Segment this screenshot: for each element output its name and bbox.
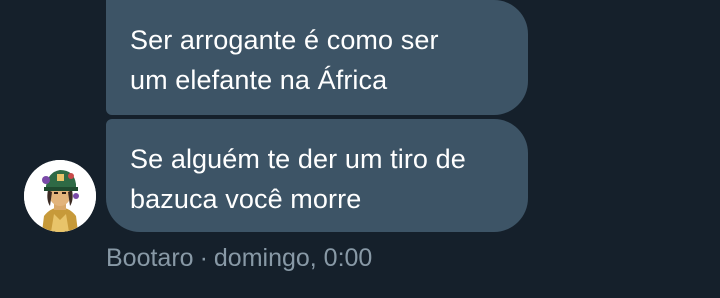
dm-conversation: Ser arrogante é como ser um elefante na … (0, 0, 720, 298)
avatar[interactable] (24, 160, 96, 232)
message-text-line: Se alguém te der um tiro de (130, 144, 466, 174)
message-text-line: um elefante na África (130, 65, 388, 95)
sender-name[interactable]: Bootaro (106, 244, 194, 272)
message-text-line: Ser arrogante é como ser (130, 25, 439, 55)
message-text-line: bazuca você morre (130, 184, 362, 214)
message-bubble[interactable]: Se alguém te der um tiro de bazuca você … (106, 119, 528, 232)
message-timestamp: domingo, 0:00 (213, 244, 373, 272)
jotaro-character-icon (24, 160, 96, 232)
meta-separator: · (199, 244, 208, 272)
message-meta: Bootaro · domingo, 0:00 (106, 243, 372, 273)
message-bubble[interactable]: Ser arrogante é como ser um elefante na … (106, 0, 528, 115)
